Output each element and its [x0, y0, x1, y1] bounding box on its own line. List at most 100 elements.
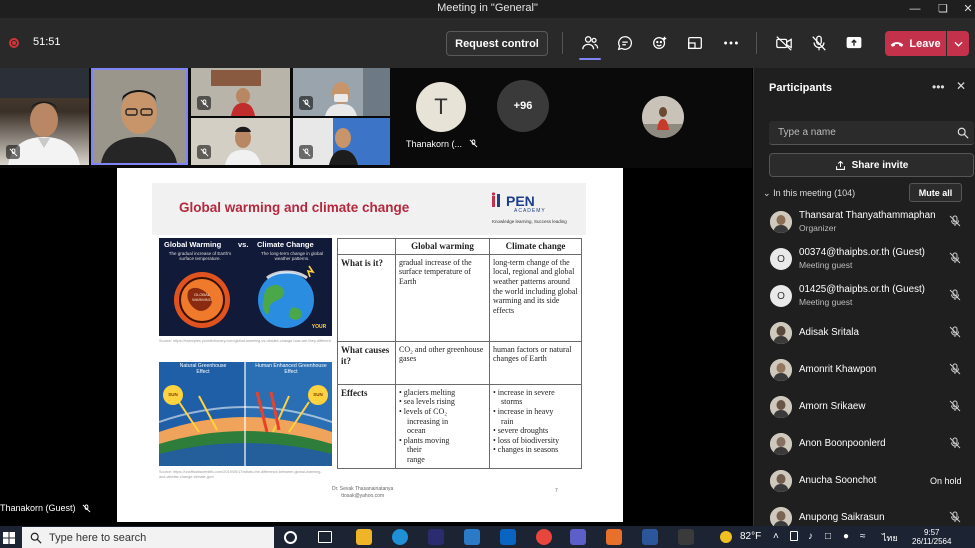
participant-row[interactable]: O 00374@thaipbs.or.th (Guest) Meeting gues… [754, 241, 975, 277]
mute-all-button[interactable]: Mute all [909, 183, 962, 202]
list-item: • loss of biodiversity [493, 435, 560, 445]
video-tile[interactable] [191, 68, 290, 116]
row-label: Effects [337, 383, 396, 469]
more-participants-button[interactable]: +96 [497, 80, 549, 132]
greenhouse-diagram [159, 362, 332, 466]
leave-label: Leave [909, 37, 941, 50]
mail-icon[interactable] [464, 529, 480, 545]
taskbar-search-input[interactable] [22, 527, 274, 548]
comparison-table: Global warming Climate change What is it… [337, 238, 582, 469]
greenhouse-effect-illustration: Natural Greenhouse Effect Human Enhanced… [159, 362, 332, 466]
task-view-icon[interactable] [318, 531, 332, 543]
participant-row[interactable]: Adisak Sritala [754, 315, 975, 351]
mic-muted-icon [6, 145, 20, 159]
row-label: What is it? [337, 253, 396, 342]
cortana-icon[interactable] [284, 531, 297, 544]
list-item: rain [501, 416, 514, 426]
participant-avatar: O [770, 285, 792, 307]
list-item: their [407, 445, 422, 455]
author-email: ttosak@yahoo.com [341, 492, 385, 499]
app-icon[interactable] [678, 529, 694, 545]
request-control-button[interactable]: Request control [446, 31, 548, 56]
more-actions-icon[interactable] [720, 32, 742, 54]
reactions-icon[interactable] [649, 32, 671, 54]
participants-panel: Participants ••• ✕ Share invite ⌄ In thi… [753, 68, 975, 529]
store-icon[interactable] [428, 529, 444, 545]
participant-search-input[interactable] [769, 121, 974, 145]
participant-photo-avatar[interactable] [642, 96, 684, 138]
minimize-icon[interactable]: — [900, 0, 930, 18]
mic-muted-icon [949, 289, 961, 301]
more-options-icon[interactable]: ••• [932, 80, 945, 94]
participant-row[interactable]: O 01425@thaipbs.or.th (Guest) Meeting gues… [754, 278, 975, 314]
weather-temperature[interactable]: 82°F [740, 531, 761, 542]
participant-row[interactable]: Thansarat Thanyathammaphan Organizer [754, 204, 975, 240]
video-tile[interactable] [0, 68, 89, 165]
system-clock[interactable]: 9:57 26/11/2564 [912, 528, 951, 546]
show-hidden-icons-icon[interactable]: ˄ [773, 531, 779, 542]
illustration-vs: vs. [238, 240, 249, 249]
camera-off-icon[interactable] [773, 32, 795, 54]
share-screen-icon[interactable] [843, 32, 865, 54]
participant-row[interactable]: Anucha Soonchot On hold [754, 463, 975, 499]
network-icon[interactable]: □ [825, 531, 831, 542]
mic-muted-icon [82, 503, 90, 512]
table-row: What causes it? CO₂ and other greenhouse… [337, 340, 582, 385]
enhanced-greenhouse-label: Human Enhanced Greenhouse Effect [255, 363, 327, 375]
input-language[interactable]: ไทย [882, 531, 898, 545]
chat-icon[interactable] [614, 32, 636, 54]
weather-icon[interactable] [720, 531, 732, 543]
participant-avatar[interactable]: T [416, 82, 466, 132]
gw-vs-cc-illustration: Global Warming vs. Climate Change The gr… [159, 238, 332, 336]
wifi-icon[interactable]: ≈ [860, 531, 866, 542]
participant-row[interactable]: Anon Boonpoonlerd [754, 426, 975, 462]
people-icon[interactable] [579, 32, 601, 54]
powerpoint-icon[interactable] [606, 529, 622, 545]
participant-name: Anon Boonpoonlerd [799, 438, 886, 449]
shared-slide: Global warming and climate change PEN AC… [117, 168, 623, 522]
battery-icon[interactable] [790, 531, 798, 541]
close-icon[interactable]: ✕ [956, 79, 966, 93]
video-tile[interactable] [293, 118, 390, 165]
close-window-icon[interactable]: ✕ [953, 0, 975, 18]
list-item: • increase in heavy [493, 406, 554, 416]
table-cell: gradual increase of the surface temperat… [395, 253, 490, 342]
volume-icon[interactable]: ♪ [808, 531, 813, 542]
leave-options-button[interactable] [947, 31, 969, 56]
windows-start-icon[interactable] [0, 530, 18, 546]
illustration-brand: YOUR [311, 324, 327, 330]
video-tile-active-speaker[interactable] [91, 68, 188, 165]
share-invite-button[interactable]: Share invite [769, 153, 974, 177]
video-tile[interactable] [293, 68, 390, 116]
mic-muted-icon [949, 326, 961, 338]
logo-text: PEN [506, 193, 535, 209]
table-header-cell: Climate change [489, 238, 582, 255]
edge-icon[interactable] [392, 529, 408, 545]
table-row: What is it? gradual increase of the surf… [337, 253, 582, 342]
mic-tray-icon[interactable]: ● [843, 531, 849, 542]
illustration-subtext-left: The gradual increase of Earth's surface … [168, 251, 232, 262]
mic-muted-icon [299, 96, 313, 110]
mic-off-icon[interactable] [808, 32, 830, 54]
participant-avatar: O [770, 248, 792, 270]
participant-row[interactable]: Amonrit Khawpon [754, 352, 975, 388]
participant-avatar [770, 396, 792, 418]
rooms-icon[interactable] [684, 32, 706, 54]
mic-muted-icon [299, 145, 313, 159]
teams-icon[interactable] [570, 529, 586, 545]
chrome-icon[interactable] [536, 529, 552, 545]
slide-header: Global warming and climate change PEN AC… [152, 183, 586, 235]
sun-label-left: SUN [168, 392, 178, 397]
video-tile[interactable] [191, 118, 290, 165]
file-explorer-icon[interactable] [356, 529, 372, 545]
word-icon[interactable] [642, 529, 658, 545]
outlook-icon[interactable] [500, 529, 516, 545]
share-icon [835, 160, 845, 170]
leave-button[interactable]: Leave [885, 31, 946, 56]
clock-date: 26/11/2564 [912, 537, 952, 547]
participant-role: Organizer [799, 223, 837, 233]
participant-row[interactable]: Amorn Srikaew [754, 389, 975, 425]
in-meeting-section-toggle[interactable]: ⌄ In this meeting (104) [763, 188, 855, 199]
effects-list-gw: • glaciers melting • sea levels rising •… [395, 383, 490, 469]
participant-name: Amorn Srikaew [799, 401, 866, 412]
